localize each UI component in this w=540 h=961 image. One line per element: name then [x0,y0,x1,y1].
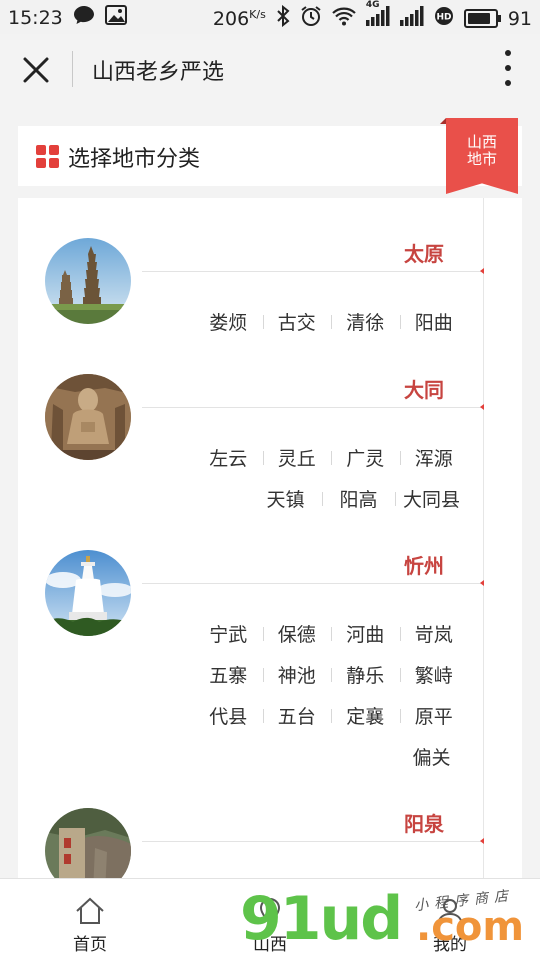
county-row: 娄烦 古交 清徐 阳曲 [194,301,468,342]
county-link[interactable]: 浑源 [400,444,469,471]
tab-mine[interactable]: 我的 [390,879,510,961]
county-grid: 娄烦 古交 清徐 阳曲 [194,301,468,342]
home-icon [75,897,105,925]
battery-icon [463,9,501,28]
county-link[interactable]: 古交 [263,308,332,335]
county-link[interactable]: 宁武 [194,620,263,647]
status-right: 206K/s 4G HD 91 [213,0,532,32]
city-divider [142,841,482,842]
tab-label: 我的 [433,935,467,955]
county-row: 宁武 保德 河曲 岢岚 [194,613,468,654]
ribbon-fold [440,118,446,124]
county-link[interactable]: 定襄 [331,702,400,729]
more-menu-icon[interactable] [504,50,512,86]
county-link[interactable]: 河曲 [331,620,400,647]
county-link[interactable]: 原平 [400,702,469,729]
network-speed: 206K/s [213,8,266,30]
tab-label: 山西 [253,935,287,955]
city-avatar-xinzhou[interactable] [45,550,131,636]
city-avatar-yangquan[interactable] [45,808,131,888]
timeline-marker [480,404,484,410]
county-link[interactable]: 灵丘 [263,444,332,471]
county-link[interactable]: 广灵 [331,444,400,471]
ribbon-line-1: 山西 [466,133,497,151]
county-link[interactable]: 保德 [263,620,332,647]
hd-icon: HD [434,6,454,31]
county-row: 偏关 [194,736,468,777]
status-left: 15:23 [8,5,127,30]
ribbon-line-2: 地市 [466,150,497,168]
section-title: 选择地市分类 [68,147,201,172]
county-link[interactable]: 五台 [263,702,332,729]
county-grid: 宁武 保德 河曲 岢岚 五寨 神池 静乐 繁峙 代县 五台 定襄 原平 偏关 [194,613,468,777]
city-name[interactable]: 大同 [404,374,444,403]
county-row: 天镇 阳高 大同县 [194,478,468,519]
county-link[interactable]: 代县 [194,702,263,729]
page-title: 山西老乡严选 [92,60,225,85]
tab-shanxi[interactable]: 山西 [210,879,330,961]
image-icon [104,5,127,30]
county-row: 左云 灵丘 广灵 浑源 [194,437,468,478]
city-divider [142,407,482,408]
bluetooth-icon [276,4,290,32]
county-link[interactable]: 偏关 [395,743,468,770]
battery-level: 91 [507,7,532,30]
wifi-icon [332,6,356,31]
county-link[interactable]: 五寨 [194,661,263,688]
county-row: 五寨 神池 静乐 繁峙 [194,654,468,695]
city-name[interactable]: 忻州 [404,550,444,579]
alarm-clock-icon [300,5,322,32]
county-link[interactable]: 繁峙 [400,661,469,688]
city-avatar-datong[interactable] [45,374,131,460]
county-link[interactable]: 阳曲 [400,308,469,335]
chat-bubble-icon [73,5,95,30]
county-link[interactable]: 静乐 [331,661,400,688]
svg-text:HD: HD [436,13,451,23]
county-link[interactable]: 娄烦 [194,308,263,335]
timeline-marker [480,580,484,586]
tab-label: 首页 [73,935,107,955]
county-link[interactable]: 神池 [263,661,332,688]
county-link[interactable]: 大同县 [395,485,468,512]
speed-unit: K/s [249,7,266,21]
county-row: 代县 五台 定襄 原平 [194,695,468,736]
county-link[interactable]: 岢岚 [400,620,469,647]
tab-home[interactable]: 首页 [30,879,150,961]
speed-value: 206 [212,7,250,30]
timeline-marker [480,268,484,274]
tab-bar: 首页 山西 我的 [0,878,540,961]
user-icon [435,897,465,925]
county-link[interactable]: 阳高 [322,485,396,512]
cellular-signal-2-icon [399,6,424,31]
city-name[interactable]: 阳泉 [404,808,444,837]
county-grid: 左云 灵丘 广灵 浑源 天镇 阳高 大同县 [194,437,468,519]
county-link[interactable]: 天镇 [249,485,323,512]
city-list: 太原 娄烦 古交 清徐 阳曲 大同 左云 灵丘 广灵 浑源 天镇 阳高 大同县 … [18,198,522,888]
nav-divider [72,51,73,87]
status-bar: 15:23 206K/s 4G HD 91 [0,0,540,34]
city-name[interactable]: 太原 [404,238,444,267]
city-divider [142,271,482,272]
county-link[interactable]: 左云 [194,444,263,471]
close-icon[interactable] [22,56,50,84]
location-icon [255,897,285,925]
cellular-signal-icon: 4G [365,0,390,31]
county-link[interactable]: 清徐 [331,308,400,335]
grid-category-icon [36,145,60,169]
status-time: 15:23 [8,6,63,29]
province-ribbon[interactable]: 山西 地市 [446,118,518,194]
timeline-marker [480,838,484,844]
nav-bar: 山西老乡严选 [0,34,540,104]
timeline-line [483,198,484,888]
city-divider [142,583,482,584]
network-type: 4G [365,0,380,10]
city-avatar-taiyuan[interactable] [45,238,131,324]
